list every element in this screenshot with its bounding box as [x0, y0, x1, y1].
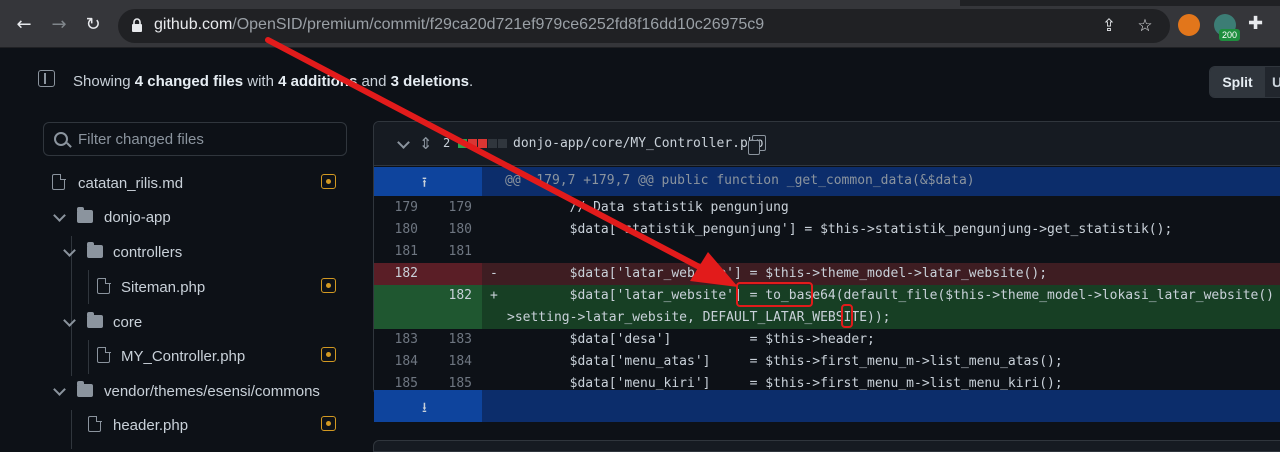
annotation-arrow: [265, 37, 738, 287]
